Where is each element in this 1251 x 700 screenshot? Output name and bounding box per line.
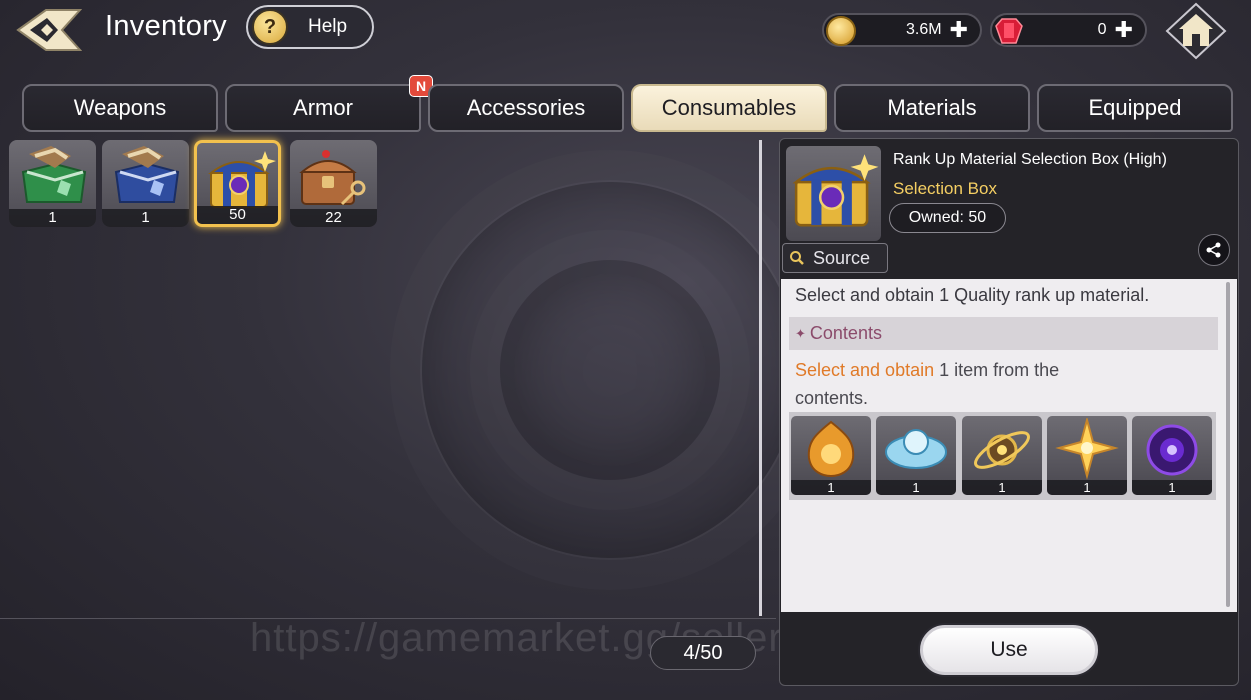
help-button[interactable]: ? Help xyxy=(246,5,374,49)
share-icon xyxy=(1206,242,1221,258)
back-button[interactable] xyxy=(14,6,84,54)
scrollbar[interactable] xyxy=(759,140,762,616)
tab-label: Accessories xyxy=(466,95,586,120)
gold-coin-icon xyxy=(826,16,856,46)
source-label: Source xyxy=(813,247,871,268)
flame-emblem-icon xyxy=(807,420,855,478)
item-quantity: 1 xyxy=(876,480,956,495)
search-icon xyxy=(790,251,804,265)
inventory-count: 4/50 xyxy=(650,636,756,670)
ice-crystal-icon xyxy=(885,429,947,469)
tab-label: Weapons xyxy=(73,95,167,120)
add-gold-button[interactable]: ✚ xyxy=(950,19,968,41)
tab-materials[interactable]: Materials xyxy=(834,84,1030,132)
background-ring-inner xyxy=(500,260,720,480)
tab-label: Armor xyxy=(293,95,353,120)
gem-currency: 0 ✚ xyxy=(990,13,1147,47)
item-description: Select and obtain 1 Quality rank up mate… xyxy=(795,285,1150,305)
item-quantity: 22 xyxy=(290,209,377,227)
gold-amount: 3.6M xyxy=(905,21,942,38)
item-quantity: 1 xyxy=(962,480,1042,495)
help-label: Help xyxy=(308,16,348,37)
red-gem-icon xyxy=(995,18,1023,44)
share-button[interactable] xyxy=(1198,234,1230,266)
item-quantity: 1 xyxy=(1047,480,1127,495)
detail-scrollbar[interactable] xyxy=(1226,282,1230,607)
tab-armor[interactable]: Armor xyxy=(225,84,421,132)
item-quantity: 1 xyxy=(9,209,96,227)
reward-item[interactable]: 1 xyxy=(791,416,871,495)
inventory-item-selection-box[interactable]: 50 xyxy=(194,140,281,227)
contents-header: ✦ Contents xyxy=(789,317,1218,350)
add-gem-button[interactable]: ✚ xyxy=(1115,19,1133,41)
void-vortex-icon xyxy=(1146,424,1198,476)
contents-instruction: Select and obtain 1 item from the conten… xyxy=(795,356,1135,412)
gold-currency: 3.6M ✚ xyxy=(822,13,982,47)
page-title: Inventory xyxy=(105,10,227,42)
owned-count: Owned: 50 xyxy=(889,203,1006,233)
contents-label: Contents xyxy=(809,323,882,343)
detail-item-image xyxy=(786,146,881,241)
home-button[interactable] xyxy=(1165,2,1227,60)
sparkle-icon: ✦ xyxy=(795,325,806,341)
blue-chest-icon xyxy=(114,146,180,203)
back-arrow-icon xyxy=(16,9,82,51)
source-button[interactable]: Source xyxy=(782,243,888,273)
tab-label: Consumables xyxy=(661,95,797,120)
reward-item[interactable]: 1 xyxy=(1047,416,1127,495)
gold-selection-box-icon xyxy=(792,154,879,227)
item-quantity: 50 xyxy=(197,206,278,224)
golden-orbit-icon xyxy=(974,431,1030,469)
reward-item[interactable]: 1 xyxy=(876,416,956,495)
instruction-highlight: Select and obtain xyxy=(795,360,935,380)
tab-equipped[interactable]: Equipped xyxy=(1037,84,1233,132)
bronze-chest-icon xyxy=(299,150,366,206)
inventory-item-bronze-chest[interactable]: 22 xyxy=(290,140,377,227)
question-icon: ? xyxy=(252,9,288,45)
tab-consumables[interactable]: Consumables xyxy=(631,84,827,132)
gem-amount: 0 xyxy=(1097,21,1107,38)
item-quantity: 1 xyxy=(791,480,871,495)
green-chest-icon xyxy=(21,146,87,203)
tab-accessories[interactable]: Accessories xyxy=(428,84,624,132)
light-burst-icon xyxy=(1055,418,1119,480)
item-quantity: 1 xyxy=(102,209,189,227)
use-button[interactable]: Use xyxy=(920,625,1098,675)
inventory-item-blue-chest[interactable]: 1 xyxy=(102,140,189,227)
home-icon xyxy=(1165,2,1227,60)
item-quantity: 1 xyxy=(1132,480,1212,495)
item-type: Selection Box xyxy=(893,179,997,198)
tab-label: Equipped xyxy=(1088,95,1182,120)
tab-label: Materials xyxy=(887,95,977,120)
gold-selection-box-icon xyxy=(208,151,276,208)
inventory-item-green-chest[interactable]: 1 xyxy=(9,140,96,227)
reward-item[interactable]: 1 xyxy=(1132,416,1212,495)
tab-weapons[interactable]: Weapons xyxy=(22,84,218,132)
item-name: Rank Up Material Selection Box (High) xyxy=(893,151,1167,168)
reward-item[interactable]: 1 xyxy=(962,416,1042,495)
